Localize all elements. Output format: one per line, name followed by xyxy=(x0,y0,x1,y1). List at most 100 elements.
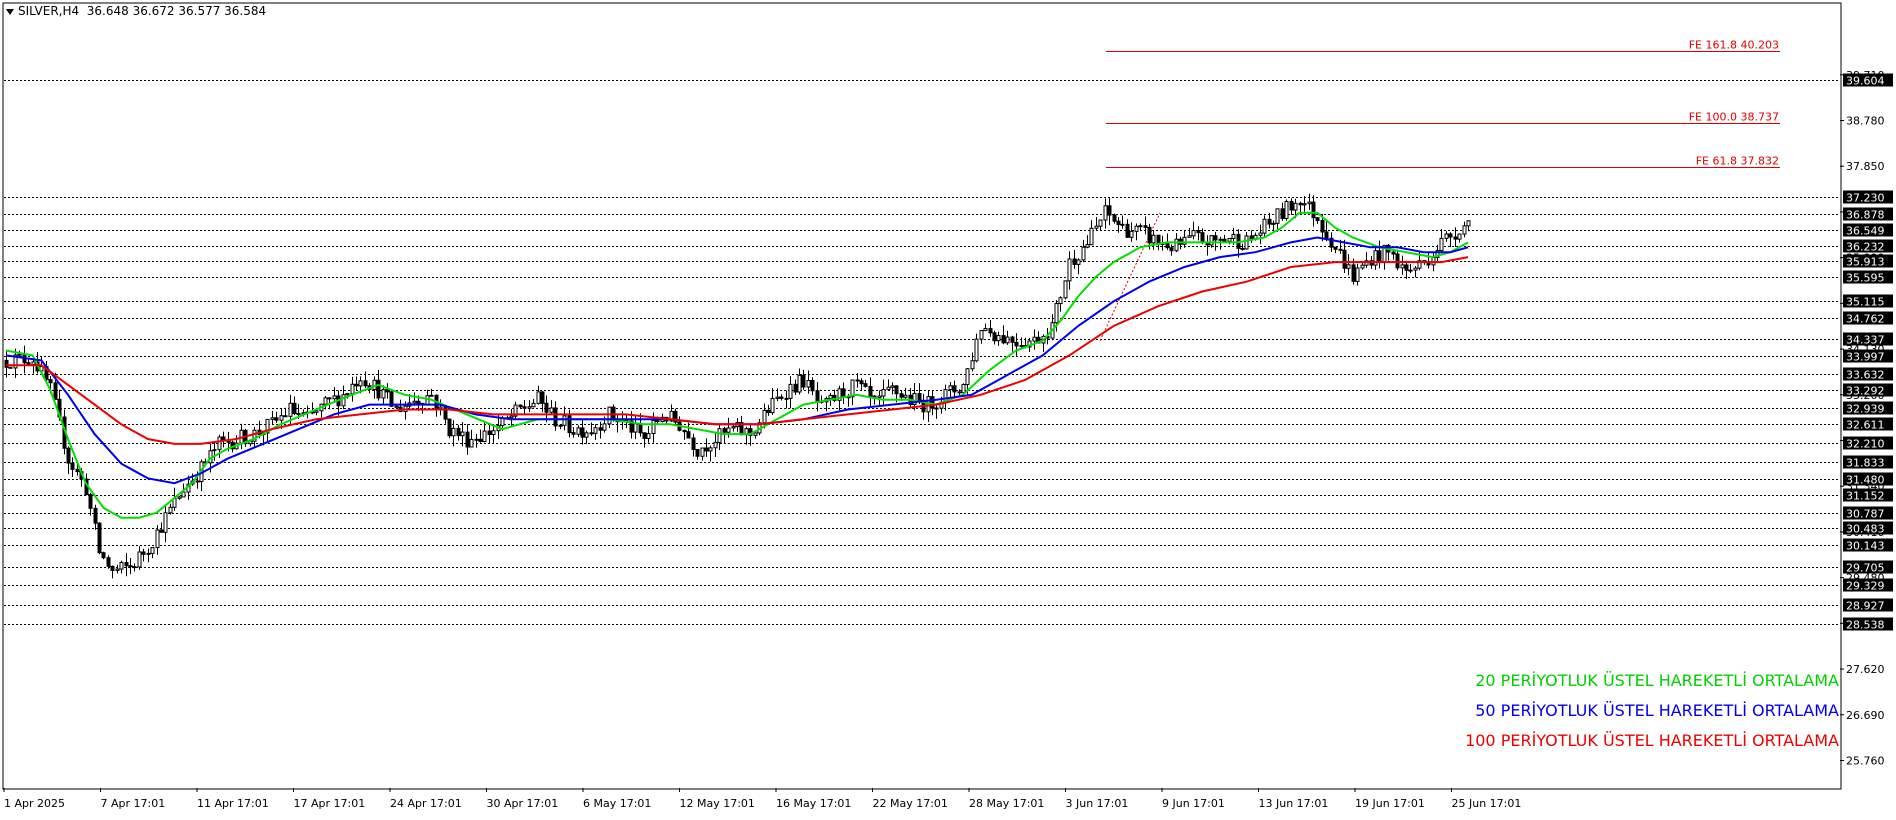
y-tick-label: 38.780 xyxy=(1846,114,1885,127)
candle-body xyxy=(177,496,182,499)
candle-body xyxy=(1298,202,1303,206)
level-price-label: 34.337 xyxy=(1846,334,1885,347)
candle-body xyxy=(607,406,612,425)
candle-body xyxy=(53,382,58,400)
candle-body xyxy=(553,407,558,427)
candle-body xyxy=(584,432,589,438)
candle-body xyxy=(491,430,496,436)
candle-body xyxy=(815,390,820,402)
candle-body xyxy=(88,494,93,509)
candle-body xyxy=(1324,231,1329,239)
level-price-label: 35.595 xyxy=(1846,272,1885,285)
candle-body xyxy=(686,431,691,439)
candle-body xyxy=(115,568,120,571)
candle-body xyxy=(1413,267,1418,271)
candle-body xyxy=(354,383,359,387)
candle-body xyxy=(713,441,718,449)
x-tick-label: 11 Apr 17:01 xyxy=(197,797,269,810)
candle-body xyxy=(1054,303,1059,324)
price-axis[interactable]: 39.71038.78037.85036.92035.99035.06034.1… xyxy=(1840,69,1893,768)
level-price-label: 29.705 xyxy=(1846,562,1885,575)
x-tick-label: 19 Jun 17:01 xyxy=(1355,797,1425,810)
level-price-label: 33.997 xyxy=(1846,351,1885,364)
x-tick-label: 16 May 17:01 xyxy=(776,797,851,810)
candle-body xyxy=(1019,345,1024,348)
candle-body xyxy=(376,379,381,399)
candle-body xyxy=(31,361,36,365)
candle-body xyxy=(806,380,811,388)
candle-body xyxy=(788,383,793,399)
candle-body xyxy=(168,506,173,514)
level-price-label: 30.787 xyxy=(1846,508,1885,521)
candle-body xyxy=(558,424,563,427)
candle-body xyxy=(124,561,129,567)
candle-body xyxy=(766,409,771,414)
dropdown-triangle-icon[interactable] xyxy=(6,8,14,15)
candle-body xyxy=(1169,247,1174,252)
candle-body xyxy=(1174,238,1179,252)
candle-body xyxy=(1231,233,1236,240)
x-tick-label: 28 May 17:01 xyxy=(969,797,1044,810)
y-tick-label: 26.690 xyxy=(1846,709,1885,722)
candle-body xyxy=(474,438,479,441)
candle-body xyxy=(536,391,541,404)
x-tick-label: 3 Jun 17:01 xyxy=(1066,797,1129,810)
level-price-label: 36.232 xyxy=(1846,241,1885,254)
candle-body xyxy=(314,410,319,413)
candle-body xyxy=(682,429,687,433)
candle-body xyxy=(1209,235,1214,246)
candle-body xyxy=(1448,233,1453,238)
candle-body xyxy=(877,395,882,399)
candle-body xyxy=(1377,250,1382,263)
candle-body xyxy=(1457,233,1462,240)
level-price-label: 30.483 xyxy=(1846,523,1885,536)
candle-body xyxy=(801,374,806,388)
candle-body xyxy=(731,426,736,429)
candle-body xyxy=(611,406,616,420)
level-price-label: 33.632 xyxy=(1846,369,1885,382)
time-axis[interactable]: 1 Apr 2025 7 Apr 17:01 11 Apr 17:01 17 Apr … xyxy=(3,788,1521,810)
candle-body xyxy=(646,433,651,439)
candle-body xyxy=(855,379,860,382)
candle-body xyxy=(438,406,443,410)
level-price-label: 33.292 xyxy=(1846,385,1885,398)
candle-body xyxy=(593,427,598,434)
candle-body xyxy=(270,417,275,420)
candle-body xyxy=(1320,220,1325,233)
candle-body xyxy=(327,397,332,400)
level-price-label: 32.611 xyxy=(1846,419,1885,432)
candle-body xyxy=(753,432,758,436)
candle-body xyxy=(1085,244,1090,248)
candle-body xyxy=(633,423,638,433)
candle-body xyxy=(655,420,660,423)
candle-body xyxy=(930,396,935,409)
candle-body xyxy=(1076,259,1081,265)
candle-body xyxy=(1262,218,1267,234)
candle-body xyxy=(589,432,594,435)
candle-body xyxy=(1395,253,1400,269)
candle-body xyxy=(358,380,363,387)
candle-body xyxy=(221,436,226,441)
candle-body xyxy=(345,393,350,396)
candle-body xyxy=(1244,235,1249,250)
candle-body xyxy=(1089,227,1094,246)
candle-body xyxy=(562,415,567,426)
candle-body xyxy=(456,427,461,437)
x-tick-label: 9 Jun 17:01 xyxy=(1162,797,1225,810)
legend-ema-100: 100 PERİYOTLUK ÜSTEL HAREKETLİ ORTALAMA xyxy=(1465,731,1839,750)
price-chart[interactable]: FE 161.8 40.203 FE 100.0 38.737 FE 61.8 37… xyxy=(0,0,1896,820)
candle-body xyxy=(1302,203,1307,206)
candle-body xyxy=(1138,225,1143,228)
candle-body xyxy=(522,406,527,409)
candle-body xyxy=(708,447,713,452)
candle-body xyxy=(70,462,75,470)
chart-header: SILVER,H4 36.648 36.672 36.577 36.584 xyxy=(6,4,266,18)
level-price-label: 28.927 xyxy=(1846,600,1885,613)
level-price-label: 31.152 xyxy=(1846,490,1885,503)
y-tick-label: 25.760 xyxy=(1846,754,1885,767)
candle-body xyxy=(762,409,767,424)
candle-body xyxy=(159,529,164,533)
candle-body xyxy=(1404,264,1409,271)
legend-ema-50: 50 PERİYOTLUK ÜSTEL HAREKETLİ ORTALAMA xyxy=(1475,701,1839,720)
candle-body xyxy=(1156,234,1161,245)
